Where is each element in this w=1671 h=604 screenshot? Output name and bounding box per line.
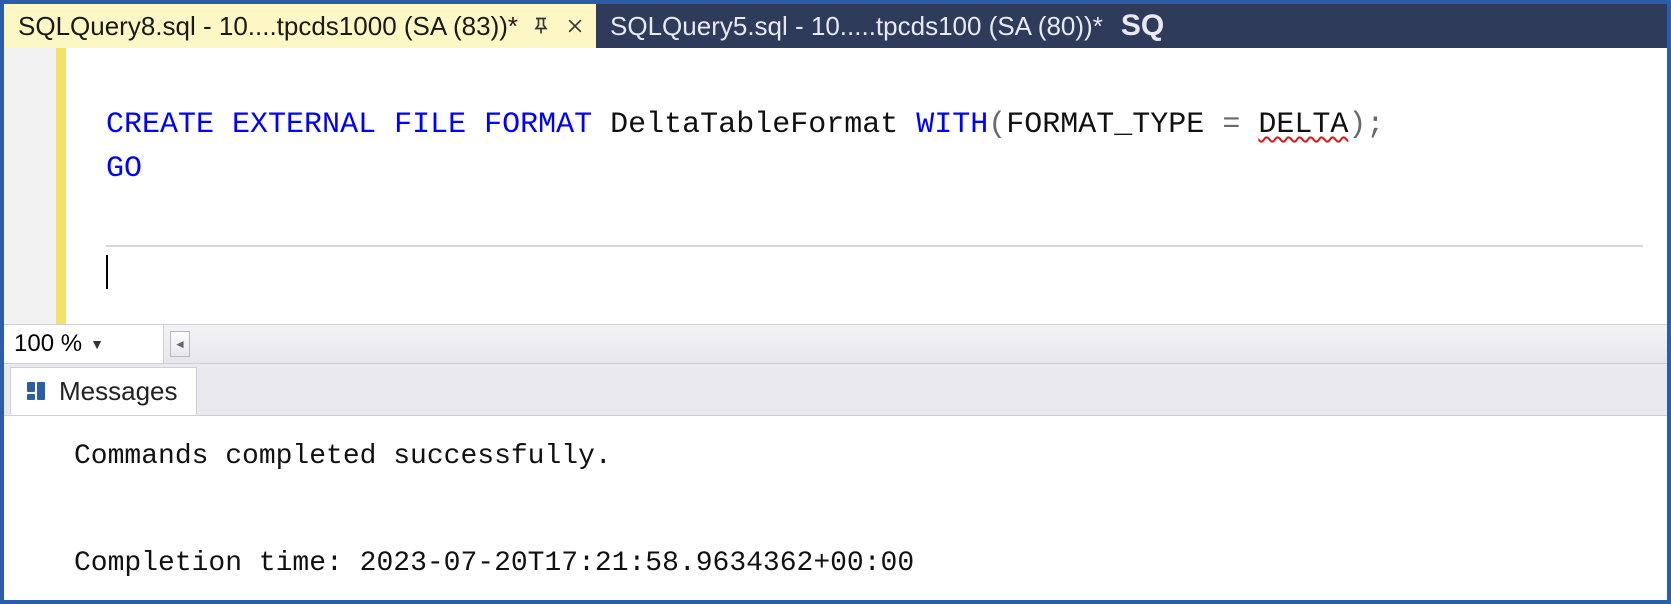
horizontal-scrollbar[interactable]: ◄ [164, 325, 1667, 363]
change-indicator [56, 48, 66, 324]
scroll-left-button[interactable]: ◄ [170, 331, 190, 357]
paren-close-semi: ); [1348, 108, 1384, 142]
tab-sqlquery8[interactable]: SQLQuery8.sql - 10....tpcds1000 (SA (83)… [4, 4, 596, 48]
editor-gutter [4, 48, 66, 324]
text-caret [106, 255, 108, 289]
keyword-external: EXTERNAL [232, 108, 376, 142]
keyword-file: FILE [394, 108, 466, 142]
tab-label: SQLQuery8.sql - 10....tpcds1000 (SA (83)… [18, 11, 518, 42]
keyword-with: WITH [916, 108, 988, 142]
tab-sqlquery5[interactable]: SQLQuery5.sql - 10.....tpcds100 (SA (80)… [596, 4, 1113, 48]
editor-footer-bar: 100 % ▼ ◄ [4, 324, 1667, 364]
code-editor[interactable]: CREATE EXTERNAL FILE FORMAT DeltaTableFo… [4, 48, 1667, 324]
messages-icon [23, 378, 49, 404]
keyword-go: GO [106, 152, 142, 186]
keyword-create: CREATE [106, 108, 214, 142]
equals: = [1204, 108, 1258, 142]
identifier-formatname: DeltaTableFormat [610, 108, 898, 142]
code-area[interactable]: CREATE EXTERNAL FILE FORMAT DeltaTableFo… [66, 48, 1667, 324]
identifier-formattype: FORMAT_TYPE [1006, 108, 1204, 142]
messages-output[interactable]: Commands completed successfully. Complet… [4, 416, 1667, 600]
keyword-format: FORMAT [484, 108, 592, 142]
messages-tab-label: Messages [59, 376, 178, 407]
tab-label: SQLQuery5.sql - 10.....tpcds100 (SA (80)… [610, 11, 1103, 42]
chevron-down-icon: ▼ [90, 336, 104, 352]
identifier-delta: DELTA [1258, 108, 1348, 142]
current-line-indicator [106, 245, 1643, 247]
message-line-2-prefix: Completion time: [74, 548, 360, 579]
message-completion-time: 2023-07-20T17:21:58.9634362+00:00 [360, 548, 915, 579]
paren-open: ( [988, 108, 1006, 142]
tab-messages[interactable]: Messages [10, 367, 197, 415]
editor-pane: CREATE EXTERNAL FILE FORMAT DeltaTableFo… [4, 48, 1667, 600]
close-icon[interactable] [564, 15, 586, 37]
message-line-1: Commands completed successfully. [74, 441, 612, 472]
zoom-value: 100 % [14, 330, 82, 358]
results-pane: Messages Commands completed successfully… [4, 364, 1667, 600]
document-tab-strip: SQLQuery8.sql - 10....tpcds1000 (SA (83)… [4, 4, 1667, 48]
pin-icon[interactable] [530, 15, 552, 37]
zoom-dropdown[interactable]: 100 % ▼ [4, 325, 164, 363]
results-tab-strip: Messages [4, 364, 1667, 416]
tab-overflow-hint: SQ [1113, 4, 1172, 48]
